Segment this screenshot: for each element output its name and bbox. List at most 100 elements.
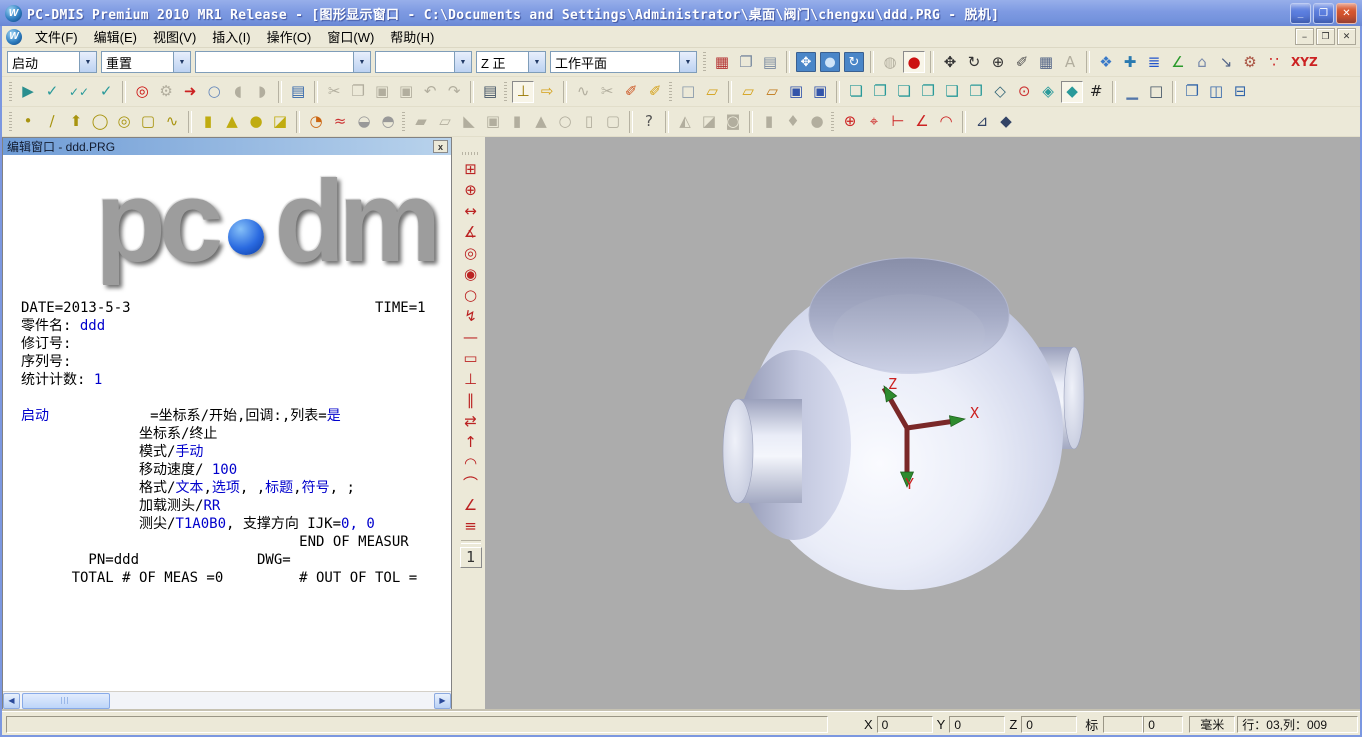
save-program-icon[interactable]: ▣ bbox=[785, 81, 807, 103]
maximize-view-icon[interactable]: □ bbox=[1145, 81, 1167, 103]
mdi-close-button[interactable]: ✕ bbox=[1337, 28, 1356, 45]
probe-dots-icon[interactable]: ∵ bbox=[1263, 51, 1285, 73]
dim-position-icon[interactable]: ⊞ bbox=[460, 159, 482, 180]
paste-icon[interactable]: ▣ bbox=[371, 81, 393, 103]
level-part-icon[interactable]: ⊿ bbox=[971, 111, 993, 133]
scroll-right-button[interactable]: ▶ bbox=[434, 693, 451, 709]
view-bottom-icon[interactable]: ❒ bbox=[965, 81, 987, 103]
menu-edit[interactable]: 编辑(E) bbox=[86, 25, 145, 48]
help-icon[interactable]: ? bbox=[638, 111, 660, 133]
dimension-profile-icon[interactable]: ◠ bbox=[935, 111, 957, 133]
auto-square-slot-icon[interactable]: ▯ bbox=[578, 111, 600, 133]
view-back-icon[interactable]: ❐ bbox=[869, 81, 891, 103]
minimize-view-icon[interactable]: ▁ bbox=[1121, 81, 1143, 103]
execute-feature-button[interactable]: ✓ bbox=[41, 81, 63, 103]
zoom-button[interactable]: ● bbox=[820, 52, 840, 72]
auto-surface-icon[interactable]: ◪ bbox=[698, 111, 720, 133]
measured-sphere-icon[interactable]: ● bbox=[245, 111, 267, 133]
move-part-icon[interactable]: ◆ bbox=[995, 111, 1017, 133]
menu-help[interactable]: 帮助(H) bbox=[382, 25, 442, 48]
measured-circle2-icon[interactable]: ◎ bbox=[113, 111, 135, 133]
gears-icon[interactable]: ⚙ bbox=[155, 81, 177, 103]
auto-cone-icon[interactable]: ▲ bbox=[530, 111, 552, 133]
gauge-clock-icon[interactable]: ◓ bbox=[377, 111, 399, 133]
auto-blob-icon[interactable]: ● bbox=[806, 111, 828, 133]
probe-pen-icon[interactable]: ✐ bbox=[1011, 51, 1033, 73]
xyz-axes-label[interactable]: XYZ bbox=[1287, 51, 1322, 73]
dim-distance-icon[interactable]: ↔ bbox=[460, 201, 482, 222]
export-cad-icon[interactable]: ▱ bbox=[761, 81, 783, 103]
dim-flatness-icon[interactable]: ▭ bbox=[460, 348, 482, 369]
dim-angularity-icon[interactable]: ∠ bbox=[460, 495, 482, 516]
axes-display-icon[interactable]: ∠ bbox=[1167, 51, 1189, 73]
dim-concentricity-icon[interactable]: ◎ bbox=[460, 243, 482, 264]
color-layers-icon[interactable]: ≣ bbox=[1143, 51, 1165, 73]
dim-parallelism-icon[interactable]: ∥ bbox=[460, 390, 482, 411]
auto-circle-icon[interactable]: ▣ bbox=[482, 111, 504, 133]
edit-window-content[interactable]: pcdm DATE=2013-5-3 TIME=1零件名: ddd修订号:序列号… bbox=[3, 155, 451, 691]
record-button[interactable]: ◎ bbox=[131, 81, 153, 103]
rotate3d-mode-icon[interactable]: ⊕ bbox=[987, 51, 1009, 73]
auto-cone2-icon[interactable]: ♦ bbox=[782, 111, 804, 133]
report-window-icon[interactable]: ▤ bbox=[759, 51, 781, 73]
auto-round-slot-icon[interactable]: ▢ bbox=[602, 111, 624, 133]
menu-operation[interactable]: 操作(O) bbox=[259, 25, 320, 48]
dim-roundness-icon[interactable]: ○ bbox=[460, 285, 482, 306]
probe-tip-combo[interactable]: ▼ bbox=[375, 51, 472, 73]
text-mode-icon[interactable]: A bbox=[1059, 51, 1081, 73]
edit-window-close-button[interactable]: x bbox=[433, 140, 448, 153]
edit-window-titlebar[interactable]: 编辑窗口 - ddd.PRG x bbox=[3, 138, 451, 155]
probe-utilities-button[interactable]: ⊥ bbox=[512, 81, 534, 103]
probe-file-combo[interactable]: 重置▼ bbox=[101, 51, 191, 73]
dim-circularity-icon[interactable]: ◉ bbox=[460, 264, 482, 285]
redo-icon[interactable]: ↷ bbox=[443, 81, 465, 103]
tile-horizontal-icon[interactable]: ◫ bbox=[1205, 81, 1227, 103]
mdi-minimize-button[interactable]: − bbox=[1295, 28, 1314, 45]
auto-high-point-icon[interactable]: ◭ bbox=[674, 111, 696, 133]
mdi-restore-button[interactable]: ❐ bbox=[1316, 28, 1335, 45]
probe-display-icon[interactable]: ✚ bbox=[1119, 51, 1141, 73]
auto-angle-icon[interactable]: ◣ bbox=[458, 111, 480, 133]
measured-slot-icon[interactable]: ▢ bbox=[137, 111, 159, 133]
dim-symmetry2-icon[interactable]: ≡ bbox=[460, 516, 482, 537]
chevron-down-icon[interactable]: ▼ bbox=[454, 52, 471, 72]
execute-program-button[interactable]: ▶ bbox=[17, 81, 39, 103]
toolbar-select-combo[interactable]: 工作平面▼ bbox=[550, 51, 697, 73]
chevron-down-icon[interactable]: ▼ bbox=[353, 52, 370, 72]
execute-block-button[interactable]: ✓✓ bbox=[65, 81, 93, 103]
auto-hole-icon[interactable]: ◙ bbox=[722, 111, 744, 133]
gauge-help-icon[interactable]: ◒ bbox=[353, 111, 375, 133]
tile-vertical-icon[interactable]: ⊟ bbox=[1229, 81, 1251, 103]
screen-colors-icon[interactable]: ▦ bbox=[711, 51, 733, 73]
menu-window[interactable]: 窗口(W) bbox=[319, 25, 382, 48]
view-left-icon[interactable]: ❏ bbox=[893, 81, 915, 103]
view-iso2-icon[interactable]: ◈ bbox=[1037, 81, 1059, 103]
spline-icon[interactable]: ∿ bbox=[572, 81, 594, 103]
cad-model-icon[interactable]: ❖ bbox=[1095, 51, 1117, 73]
marker-pen-x-icon[interactable]: ✐ bbox=[644, 81, 666, 103]
close-button[interactable]: ✕ bbox=[1336, 3, 1357, 24]
chevron-down-icon[interactable]: ▼ bbox=[528, 52, 545, 72]
measured-surface-icon[interactable]: ◪ bbox=[269, 111, 291, 133]
wireframe-globe-icon[interactable]: ◍ bbox=[879, 51, 901, 73]
open-program-icon[interactable]: ▱ bbox=[701, 81, 723, 103]
copy-icon[interactable]: ❐ bbox=[347, 81, 369, 103]
dimension-distance-icon[interactable]: ⊢ bbox=[887, 111, 909, 133]
measured-line-icon[interactable]: ∕ bbox=[41, 111, 63, 133]
cut-icon[interactable]: ✂ bbox=[323, 81, 345, 103]
grid-icon[interactable]: # bbox=[1085, 81, 1107, 103]
scroll-left-button[interactable]: ◀ bbox=[3, 693, 20, 709]
dim-symmetry-icon[interactable]: ⇄ bbox=[460, 411, 482, 432]
dim-profile-line-icon[interactable]: ↑ bbox=[460, 432, 482, 453]
dim-true-position-icon[interactable]: ⊕ bbox=[460, 180, 482, 201]
view-front-icon[interactable]: ❏ bbox=[845, 81, 867, 103]
rotate-mode-icon[interactable]: ↻ bbox=[963, 51, 985, 73]
dim-profile-surface-icon[interactable]: ◠ bbox=[460, 453, 482, 474]
menu-insert[interactable]: 插入(I) bbox=[204, 25, 258, 48]
new-program-icon[interactable]: □ bbox=[677, 81, 699, 103]
pan-button[interactable]: ✥ bbox=[796, 52, 816, 72]
comment2-icon[interactable]: ◗ bbox=[251, 81, 273, 103]
menu-view[interactable]: 视图(V) bbox=[145, 25, 204, 48]
paste-special-icon[interactable]: ▣ bbox=[395, 81, 417, 103]
graphics-window-icon[interactable]: ❐ bbox=[735, 51, 757, 73]
